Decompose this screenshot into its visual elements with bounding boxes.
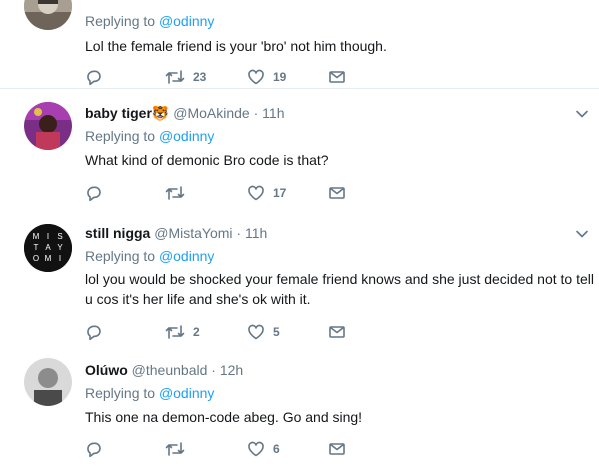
mention-link[interactable]: @odinny (159, 128, 214, 144)
heart-icon (248, 324, 264, 340)
separator-dot: · (236, 225, 242, 241)
reply-button[interactable] (85, 67, 103, 87)
tweet-text: lol you would be shocked your female fri… (85, 271, 594, 307)
envelope-icon (329, 443, 345, 455)
reply-label: Replying to (85, 248, 156, 264)
avatar-letter: S (57, 232, 62, 241)
reply-label: Replying to (85, 128, 156, 144)
heart-icon (248, 441, 264, 457)
avatar-image (24, 0, 72, 30)
avatar-image (24, 102, 72, 150)
reply-context: Replying to @odinny (85, 12, 214, 30)
reply-icon (87, 70, 101, 86)
avatar-letter: M (33, 232, 40, 241)
heart-icon (248, 69, 264, 85)
avatar-letter: O (33, 254, 39, 263)
reply-context: Replying to @odinny (85, 247, 214, 265)
envelope-icon (329, 71, 345, 83)
retweet-button[interactable]: 2 (165, 322, 200, 342)
user-handle[interactable]: @MistaYomi (154, 225, 232, 241)
reply-button[interactable] (85, 439, 103, 459)
avatar-letter: A (45, 243, 51, 252)
display-name[interactable]: still nigga (85, 225, 150, 241)
retweet-icon (165, 325, 185, 339)
avatar-letter: I (59, 254, 61, 263)
mention-link[interactable]: @odinny (159, 248, 214, 264)
tweet-text: Lol the female friend is your 'bro' not … (85, 38, 387, 54)
heart-icon (248, 185, 264, 201)
like-button[interactable]: 17 (247, 183, 286, 203)
like-button[interactable]: 19 (247, 67, 286, 87)
reply-label: Replying to (85, 13, 156, 29)
reply-icon (87, 325, 101, 341)
reply-button[interactable] (85, 183, 103, 203)
reply-button[interactable] (85, 322, 103, 342)
timestamp[interactable]: 12h (220, 362, 243, 378)
user-handle[interactable]: @theunbald (132, 362, 208, 378)
mention-link[interactable]: @odinny (159, 385, 214, 401)
reply-icon (87, 442, 101, 458)
avatar[interactable] (24, 358, 72, 406)
display-name[interactable]: Olúwo (85, 362, 128, 378)
tweet-header: Olúwo @theunbald · 12h (85, 361, 243, 379)
reply-icon (87, 186, 101, 202)
message-button[interactable] (328, 183, 346, 203)
retweet-icon (165, 186, 185, 200)
tweet[interactable]: baby tiger🐯 @MoAkinde · 11h Replying to … (0, 89, 599, 211)
tweet-header: baby tiger🐯 @MoAkinde · 11h (85, 104, 284, 122)
retweet-button[interactable] (165, 183, 185, 203)
avatar-image: M I ST A YO M I (24, 224, 72, 272)
retweet-count: 23 (193, 70, 207, 84)
reply-context: Replying to @odinny (85, 384, 214, 402)
envelope-icon (329, 187, 345, 199)
tweet[interactable]: Replying to @odinny Lol the female frien… (0, 0, 599, 89)
retweet-button[interactable] (165, 439, 185, 459)
separator-dot: · (211, 362, 216, 378)
mention-link[interactable]: @odinny (159, 13, 214, 29)
timestamp[interactable]: 11h (245, 225, 267, 241)
like-count: 19 (273, 70, 287, 84)
retweet-icon (165, 70, 185, 84)
like-count: 6 (273, 442, 280, 456)
reply-label: Replying to (85, 385, 156, 401)
message-button[interactable] (328, 439, 346, 459)
tweet[interactable]: Olúwo @theunbald · 12h Replying to @odin… (0, 345, 599, 475)
envelope-icon (329, 326, 345, 338)
avatar-letter: T (34, 243, 39, 252)
tweet-text: What kind of demonic Bro code is that? (85, 152, 329, 168)
message-button[interactable] (328, 67, 346, 87)
tiger-emoji: 🐯 (151, 105, 170, 121)
retweet-count: 2 (193, 325, 200, 339)
timestamp[interactable]: 11h (262, 105, 284, 121)
retweet-button[interactable]: 23 (165, 67, 206, 87)
avatar-letter: I (47, 232, 49, 241)
avatar-image (24, 358, 72, 406)
chevron-down-icon[interactable] (575, 227, 589, 241)
like-button[interactable]: 6 (247, 439, 280, 459)
avatar[interactable] (24, 0, 72, 30)
like-button[interactable]: 5 (247, 322, 280, 342)
reply-context: Replying to @odinny (85, 127, 214, 145)
avatar-letter: Y (57, 243, 63, 252)
display-name[interactable]: baby tiger (85, 105, 152, 121)
avatar[interactable] (24, 102, 72, 150)
separator-dot: · (253, 105, 259, 121)
tweet[interactable]: MISTAYOMI still nigga @MistaYomi · 11h R… (0, 210, 599, 346)
like-count: 17 (273, 186, 287, 200)
retweet-icon (165, 442, 185, 456)
chevron-down-icon[interactable] (575, 107, 589, 121)
like-count: 5 (273, 325, 280, 339)
tweet-text: This one na demon-code abeg. Go and sing… (85, 409, 363, 425)
user-handle[interactable]: @MoAkinde (173, 105, 249, 121)
avatar[interactable]: MISTAYOMI (24, 224, 72, 272)
tweet-header: still nigga @MistaYomi · 11h (85, 224, 267, 242)
avatar-letter: M (45, 254, 52, 263)
message-button[interactable] (328, 322, 346, 342)
